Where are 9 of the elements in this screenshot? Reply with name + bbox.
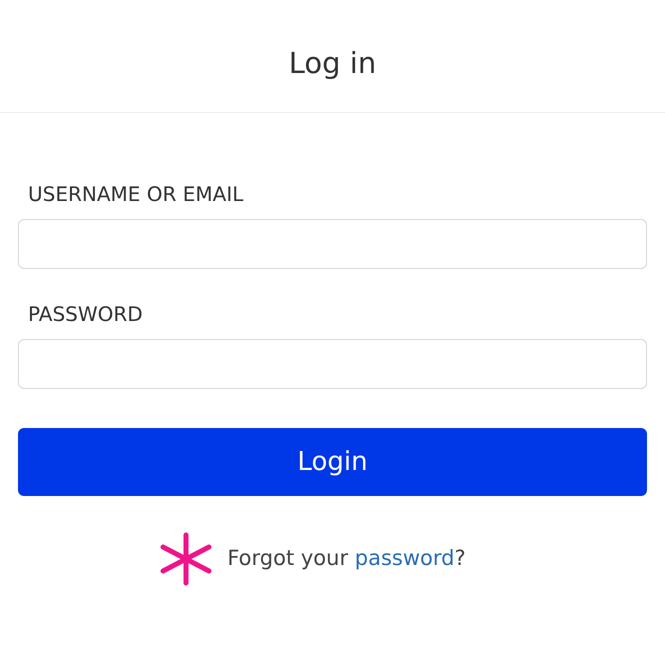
field-label: USERNAME OR EMAIL (27, 181, 244, 208)
asterisk-icon (159, 532, 214, 586)
input-field[interactable] (18, 219, 647, 269)
login-button[interactable]: Login (18, 428, 647, 496)
page-title: Log in (288, 45, 376, 82)
input-field[interactable] (18, 339, 647, 389)
forgot-password-text: Forgot your password? (227, 545, 466, 572)
password-link[interactable]: password (354, 546, 454, 570)
field-label: PASSWORD (27, 301, 144, 328)
